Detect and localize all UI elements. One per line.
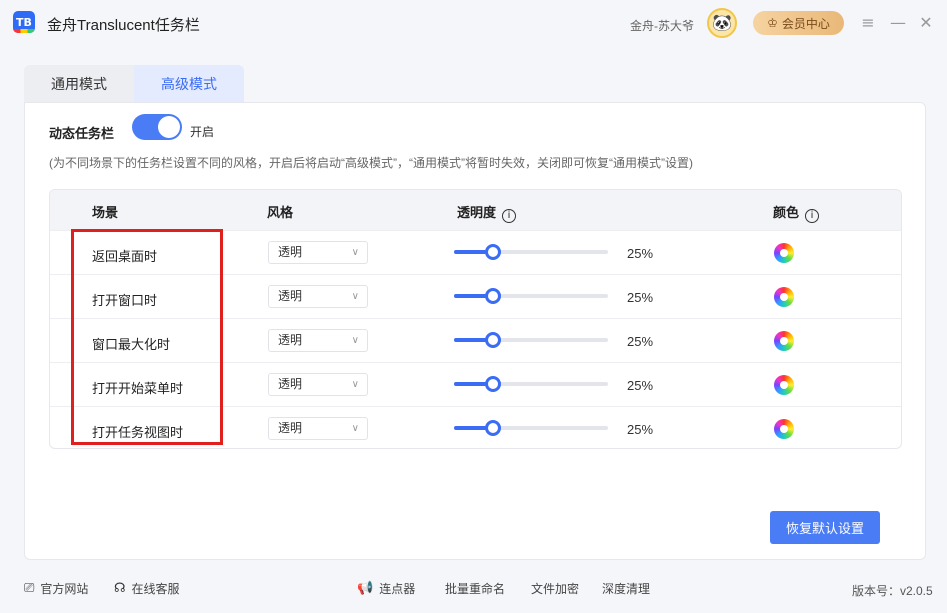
color-picker-icon[interactable]	[774, 331, 794, 351]
footer-clicker-link[interactable]: 📢 连点器	[357, 580, 415, 597]
footer-clean-label: 深度清理	[602, 582, 651, 596]
close-icon[interactable]: ✕	[916, 12, 936, 32]
footer-service-link[interactable]: ☊ 在线客服	[114, 580, 180, 597]
dynamic-taskbar-label: 动态任务栏	[49, 126, 115, 141]
table-row: 打开任务视图时 透明 ∨ 25%	[50, 406, 901, 448]
table-header: 场景 风格 透明度 i 颜色 i	[50, 190, 901, 230]
opacity-slider[interactable]	[454, 288, 608, 304]
opacity-value: 25%	[627, 246, 654, 261]
restore-defaults-button[interactable]: 恢复默认设置	[770, 511, 880, 544]
footer-service-label: 在线客服	[131, 582, 180, 596]
avatar[interactable]: 🐼	[707, 8, 737, 38]
footer-clicker-label: 连点器	[379, 582, 416, 596]
style-select-value: 透明	[278, 333, 303, 347]
vip-center-label: 会员中心	[781, 16, 830, 31]
style-select-value: 透明	[278, 289, 303, 303]
style-select[interactable]: 透明 ∨	[268, 417, 368, 440]
footer-clean-link[interactable]: 深度清理	[602, 580, 650, 597]
info-icon[interactable]: i	[805, 209, 820, 223]
monitor-icon: ⎚	[24, 581, 35, 596]
slider-thumb[interactable]	[484, 244, 501, 260]
footer-encrypt-link[interactable]: 文件加密	[531, 580, 579, 597]
style-select-value: 透明	[278, 377, 303, 391]
color-picker-icon[interactable]	[774, 243, 794, 263]
app-title: 金舟Translucent任务栏	[47, 17, 200, 34]
opacity-slider[interactable]	[454, 332, 608, 348]
opacity-slider[interactable]	[454, 420, 608, 436]
color-picker-icon[interactable]	[774, 375, 794, 395]
style-select[interactable]: 透明 ∨	[268, 329, 368, 352]
table-row: 窗口最大化时 透明 ∨ 25%	[50, 318, 901, 362]
style-select-value: 透明	[278, 245, 303, 259]
app-logo-text: TB	[16, 15, 32, 29]
crown-icon: ♔	[767, 16, 778, 30]
title-bar: TB 金舟Translucent任务栏 金舟-苏大爷 🐼 ♔ 会员中心 ≡ — …	[0, 0, 947, 48]
header-opacity-label: 透明度	[457, 205, 497, 220]
dynamic-taskbar-hint: (为不同场景下的任务栏设置不同的风格，开启后将启动“高级模式”，“通用模式”将暂…	[49, 156, 693, 170]
minimize-icon[interactable]: —	[888, 12, 908, 32]
footer-website-link[interactable]: ⎚ 官方网站	[24, 580, 88, 597]
slider-thumb[interactable]	[484, 376, 501, 392]
chevron-down-icon: ∨	[351, 291, 359, 302]
scene-label: 打开开始菜单时	[92, 381, 184, 396]
chevron-down-icon: ∨	[351, 423, 359, 434]
color-picker-icon[interactable]	[774, 419, 794, 439]
style-select[interactable]: 透明 ∨	[268, 241, 368, 264]
color-picker-icon[interactable]	[774, 287, 794, 307]
style-select[interactable]: 透明 ∨	[268, 373, 368, 396]
slider-thumb[interactable]	[484, 420, 501, 436]
scene-table: 场景 风格 透明度 i 颜色 i 返回桌面时 透明 ∨ 25% 打开窗口时 透明 ∨ 25% 窗口最…	[49, 189, 902, 449]
header-opacity: 透明度 i	[457, 202, 517, 223]
opacity-slider[interactable]	[454, 244, 608, 260]
footer-rename-link[interactable]: 批量重命名	[445, 580, 505, 597]
vip-center-button[interactable]: ♔ 会员中心	[753, 11, 844, 35]
style-select-value: 透明	[278, 421, 303, 435]
tab-advanced-mode[interactable]: 高级模式	[134, 65, 244, 102]
table-row: 打开开始菜单时 透明 ∨ 25%	[50, 362, 901, 406]
dynamic-taskbar-toggle[interactable]	[132, 114, 182, 140]
footer-website-label: 官方网站	[40, 582, 89, 596]
scene-label: 打开窗口时	[92, 293, 158, 308]
megaphone-icon: 📢	[357, 581, 374, 596]
scene-label: 窗口最大化时	[92, 337, 171, 352]
menu-icon[interactable]: ≡	[858, 12, 878, 32]
slider-thumb[interactable]	[484, 332, 501, 348]
header-scene: 场景	[92, 205, 119, 220]
footer-rename-label: 批量重命名	[445, 582, 506, 596]
style-select[interactable]: 透明 ∨	[268, 285, 368, 308]
opacity-value: 25%	[627, 290, 654, 305]
slider-thumb[interactable]	[484, 288, 501, 304]
info-icon[interactable]: i	[502, 209, 517, 223]
opacity-value: 25%	[627, 422, 654, 437]
opacity-value: 25%	[627, 334, 654, 349]
chevron-down-icon: ∨	[351, 247, 359, 258]
scene-label: 打开任务视图时	[92, 425, 184, 440]
header-color: 颜色 i	[773, 202, 820, 223]
header-style: 风格	[267, 205, 294, 220]
opacity-value: 25%	[627, 378, 654, 393]
toggle-state-label: 开启	[190, 125, 215, 139]
header-color-label: 颜色	[773, 205, 800, 220]
footer-encrypt-label: 文件加密	[531, 582, 580, 596]
table-row: 返回桌面时 透明 ∨ 25%	[50, 230, 901, 274]
scene-label: 返回桌面时	[92, 249, 158, 264]
opacity-slider[interactable]	[454, 376, 608, 392]
chevron-down-icon: ∨	[351, 379, 359, 390]
advanced-mode-panel: 动态任务栏 开启 (为不同场景下的任务栏设置不同的风格，开启后将启动“高级模式”…	[24, 102, 926, 560]
tab-normal-mode[interactable]: 通用模式	[24, 65, 134, 102]
version-label: 版本号：v2.0.5	[852, 584, 933, 598]
table-row: 打开窗口时 透明 ∨ 25%	[50, 274, 901, 318]
headset-icon: ☊	[114, 581, 126, 596]
app-logo: TB	[13, 11, 35, 33]
user-name[interactable]: 金舟-苏大爷	[630, 17, 694, 34]
chevron-down-icon: ∨	[351, 335, 359, 346]
